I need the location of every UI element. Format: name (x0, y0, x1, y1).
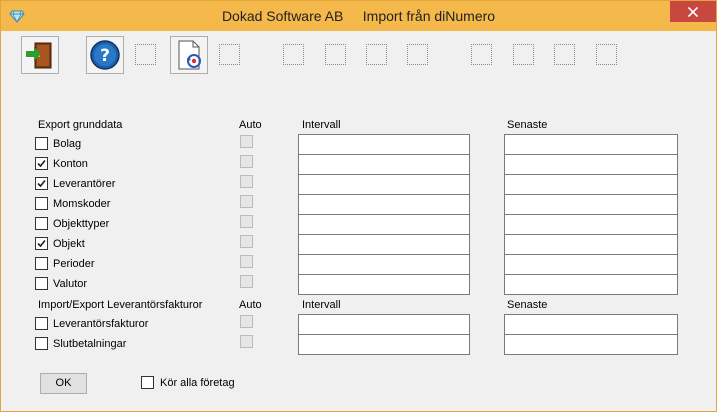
item-label: Leverantörsfakturor (53, 318, 149, 330)
auto-checkbox (240, 255, 253, 268)
item-checkbox[interactable] (35, 257, 48, 270)
latest-field[interactable] (504, 274, 678, 295)
item-checkbox[interactable] (35, 157, 48, 170)
interval-field[interactable] (298, 234, 470, 255)
svg-text:?: ? (100, 46, 110, 66)
exit-door-icon (26, 42, 52, 69)
ok-button[interactable]: OK (40, 373, 87, 394)
export-interval-header: Intervall (302, 119, 341, 131)
toolbar-placeholder-3 (275, 36, 313, 74)
toolbar-placeholder-4 (317, 36, 355, 74)
interval-field[interactable] (298, 134, 470, 155)
latest-field[interactable] (504, 174, 678, 195)
document-refresh-icon (178, 40, 201, 70)
item-checkbox[interactable] (35, 137, 48, 150)
run-all-label: Kör alla företag (160, 377, 235, 389)
invoice-latest-header: Senaste (507, 299, 548, 311)
checkmark-icon (37, 159, 46, 168)
item-checkbox[interactable] (35, 337, 48, 350)
auto-checkbox (240, 135, 253, 148)
auto-checkbox (240, 235, 253, 248)
latest-field[interactable] (504, 154, 678, 175)
document-refresh-button[interactable] (170, 36, 208, 74)
invoice-section-heading: Import/Export Leverantörsfakturor (38, 299, 203, 311)
close-icon (688, 6, 698, 17)
toolbar-placeholder-9 (546, 36, 584, 74)
item-checkbox[interactable] (35, 317, 48, 330)
item-label: Bolag (53, 138, 82, 150)
window-title: Dokad Software AB Import från diNumero (221, 8, 496, 24)
run-all-checkbox[interactable] (141, 376, 154, 389)
item-checkbox[interactable] (35, 237, 48, 250)
latest-field[interactable] (504, 234, 678, 255)
close-button[interactable] (670, 1, 716, 22)
toolbar-placeholder-7 (463, 36, 501, 74)
item-label: Slutbetalningar (53, 338, 127, 350)
exit-button[interactable] (21, 36, 59, 74)
latest-field[interactable] (504, 214, 678, 235)
interval-field[interactable] (298, 274, 470, 295)
auto-checkbox (240, 175, 253, 188)
export-latest-header: Senaste (507, 119, 548, 131)
item-checkbox[interactable] (35, 217, 48, 230)
item-label: Objekt (53, 238, 85, 250)
title-bar: Dokad Software AB Import från diNumero (1, 1, 716, 31)
toolbar-placeholder-8 (505, 36, 543, 74)
item-checkbox[interactable] (35, 277, 48, 290)
export-section-heading: Export grunddata (38, 119, 123, 131)
auto-checkbox (240, 315, 253, 328)
auto-checkbox (240, 215, 253, 228)
item-label: Objekttyper (53, 218, 110, 230)
item-label: Konton (53, 158, 88, 170)
latest-field[interactable] (504, 334, 678, 355)
latest-field[interactable] (504, 134, 678, 155)
interval-field[interactable] (298, 214, 470, 235)
auto-checkbox (240, 195, 253, 208)
item-label: Perioder (53, 258, 95, 270)
item-label: Valutor (53, 278, 88, 290)
toolbar-placeholder-6 (399, 36, 437, 74)
interval-field[interactable] (298, 194, 470, 215)
latest-field[interactable] (504, 194, 678, 215)
help-button[interactable]: ? (86, 36, 124, 74)
interval-field[interactable] (298, 314, 470, 335)
auto-checkbox (240, 335, 253, 348)
item-label: Momskoder (53, 198, 111, 210)
checkmark-icon (37, 179, 46, 188)
main-window: Dokad Software AB Import från diNumero ? (0, 0, 717, 412)
interval-field[interactable] (298, 254, 470, 275)
invoice-interval-header: Intervall (302, 299, 341, 311)
item-label: Leverantörer (53, 178, 116, 190)
interval-field[interactable] (298, 334, 470, 355)
toolbar-placeholder-10 (588, 36, 626, 74)
interval-field[interactable] (298, 154, 470, 175)
export-auto-header: Auto (239, 119, 262, 131)
latest-field[interactable] (504, 314, 678, 335)
checkmark-icon (37, 239, 46, 248)
latest-field[interactable] (504, 254, 678, 275)
item-checkbox[interactable] (35, 197, 48, 210)
help-icon: ? (90, 40, 120, 70)
toolbar-placeholder-1 (127, 36, 165, 74)
auto-checkbox (240, 155, 253, 168)
toolbar-placeholder-5 (358, 36, 396, 74)
invoice-auto-header: Auto (239, 299, 262, 311)
item-checkbox[interactable] (35, 177, 48, 190)
auto-checkbox (240, 275, 253, 288)
toolbar-placeholder-2 (211, 36, 249, 74)
interval-field[interactable] (298, 174, 470, 195)
